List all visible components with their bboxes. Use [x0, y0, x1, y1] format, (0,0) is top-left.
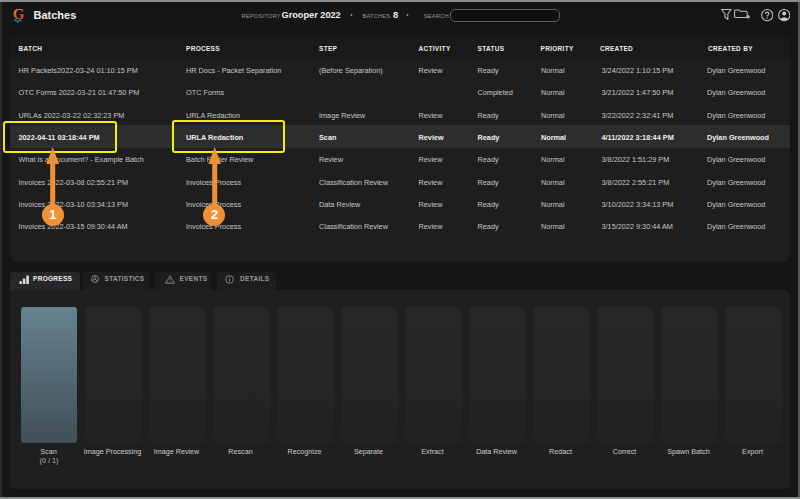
- svg-text:G: G: [13, 6, 25, 22]
